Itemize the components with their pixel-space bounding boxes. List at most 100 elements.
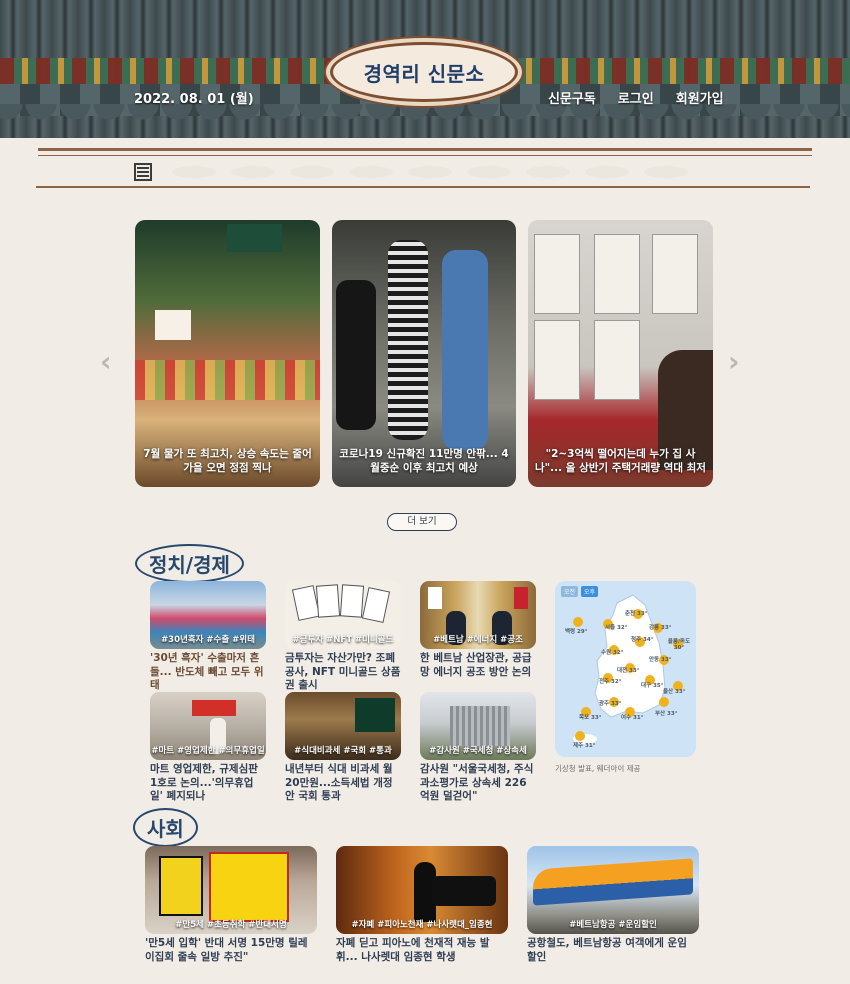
slider-prev-icon[interactable]: ‹: [100, 345, 112, 378]
city-temp: 안동 33°: [649, 657, 672, 663]
city-temp: 울산 33°: [663, 689, 686, 695]
news-headline: 마트 영업제한, 규제심판 1호로 논의...'의무휴업일' 폐지되나: [150, 763, 258, 802]
news-headline: 공항철도, 베트남항공 여객에게 운임 할인: [527, 937, 687, 963]
news-thumbnail: #자폐 #피아노천재 #나사렛대_임종현: [336, 846, 508, 934]
sun-icon: [573, 617, 583, 627]
city-temp: 부산 33°: [655, 711, 678, 717]
more-button[interactable]: 더 보기: [387, 513, 457, 531]
category-tab[interactable]: [408, 166, 452, 178]
listing-card: [534, 320, 580, 400]
news-card[interactable]: #베트남 #에너지 #공조 한 베트남 산업장관, 공급망 에너지 공조 방안 …: [420, 581, 536, 679]
city-temp: 수원 32°: [601, 650, 624, 656]
voucher-graphic: [315, 584, 341, 618]
sun-icon: [575, 731, 585, 741]
section-title-politics[interactable]: 정치/경제: [135, 544, 244, 583]
news-headline: '만5세 입학' 반대 서명 15만명 릴레이집회 줄속 일방 추진": [145, 937, 308, 963]
listing-card: [652, 234, 698, 314]
news-tags: #식대비과세 #국회 #통과: [294, 746, 392, 756]
news-thumbnail: #만5세 #초등취학 #반대서명: [145, 846, 317, 934]
news-tags: #베트남 #에너지 #공조: [433, 635, 523, 645]
news-thumbnail: #금투자 #NFT #미니골드: [285, 581, 401, 649]
price-card: [155, 310, 191, 340]
city-temp: 목포 33°: [579, 715, 602, 721]
site-logo[interactable]: 경역리 신문소: [330, 42, 518, 102]
news-card[interactable]: #마트 #영업제한 #의무휴업일 마트 영업제한, 규제심판 1호로 논의...…: [150, 692, 266, 804]
news-card[interactable]: #30년흑자 #수출 #위태 '30년 흑자' 수출마저 흔들... 반도체 빼…: [150, 581, 266, 693]
news-headline: 감사원 "서울국세청, 주식 과소평가로 상속세 226억원 덜걷어": [420, 763, 534, 802]
category-tab[interactable]: [290, 166, 334, 178]
divider-bottom: [36, 186, 810, 188]
protest-sign: [159, 856, 203, 916]
slide-caption: 코로나19 신규확진 11만명 안팎... 4월중순 이후 최고치 예상: [339, 448, 509, 474]
city-temp: 울릉/독도 30°: [667, 639, 691, 651]
weather-credit: 기상청 발표, 웨더아이 제공: [555, 764, 641, 773]
category-tab[interactable]: [526, 166, 570, 178]
category-tabs: [172, 166, 688, 178]
news-card[interactable]: #자폐 #피아노천재 #나사렛대_임종현 자폐 딛고 피아노에 천재적 재능 발…: [336, 846, 508, 964]
divider-top-thin: [38, 155, 812, 156]
city-temp: 대전 33°: [617, 668, 640, 674]
site-title: 경역리 신문소: [363, 61, 485, 86]
category-tab[interactable]: [231, 166, 275, 178]
news-thumbnail: #마트 #영업제한 #의무휴업일: [150, 692, 266, 760]
news-tags: #마트 #영업제한 #의무휴업일: [151, 746, 265, 756]
category-tab[interactable]: [467, 166, 511, 178]
news-card[interactable]: #만5세 #초등취학 #반대서명 '만5세 입학' 반대 서명 15만명 릴레이…: [145, 846, 317, 964]
category-tab[interactable]: [585, 166, 629, 178]
news-headline: 한 베트남 산업장관, 공급망 에너지 공조 방안 논의: [420, 652, 532, 678]
slide-caption: "2~3억씩 떨어지는데 누가 집 사나"... 올 상반기 주택거래량 역대 …: [535, 448, 706, 474]
hamburger-menu-icon[interactable]: [134, 163, 152, 181]
slide-caption: 7월 물가 또 최고치, 상승 속도는 줄어 가을 오면 정점 찍나: [143, 448, 312, 474]
news-tags: #감사원 #국세청 #상속세: [429, 746, 527, 756]
flag-graphic: [428, 587, 442, 609]
city-temp: 전주 32°: [599, 679, 622, 685]
slider-next-icon[interactable]: ›: [728, 345, 740, 378]
voucher-graphic: [339, 584, 365, 618]
city-temp: 제주 31°: [573, 743, 596, 749]
signup-link[interactable]: 회원가입: [676, 88, 724, 107]
news-headline: '30년 흑자' 수출마저 흔들... 반도체 빼고 모두 위태: [150, 652, 264, 691]
vote-board: [355, 698, 395, 732]
divider-top: [38, 148, 812, 151]
login-link[interactable]: 로그인: [618, 88, 654, 107]
store-sign: [227, 224, 282, 252]
news-tags: #30년흑자 #수출 #위태: [161, 635, 255, 645]
building-graphic: [450, 706, 510, 746]
news-headline: 내년부터 식대 비과세 월 20만원...소득세법 개정안 국회 통과: [285, 763, 393, 802]
sun-icon: [659, 697, 669, 707]
section-title-society[interactable]: 사회: [133, 808, 198, 847]
news-tags: #만5세 #초등취학 #반대서명: [175, 920, 287, 930]
city-temp: 대구 35°: [641, 683, 664, 689]
news-tags: #베트남항공 #운임할인: [569, 920, 657, 930]
city-temp: 춘천 33°: [625, 611, 648, 617]
news-thumbnail: #감사원 #국세청 #상속세: [420, 692, 536, 760]
news-thumbnail: #30년흑자 #수출 #위태: [150, 581, 266, 649]
category-tab[interactable]: [172, 166, 216, 178]
news-thumbnail: #베트남 #에너지 #공조: [420, 581, 536, 649]
news-headline: 금투자는 자산가만? 조폐공사, NFT 미니골드 상품권 출시: [285, 652, 401, 691]
category-tab[interactable]: [644, 166, 688, 178]
fruit-display: [135, 360, 320, 400]
slide-3[interactable]: "2~3억씩 떨어지는데 누가 집 사나"... 올 상반기 주택거래량 역대 …: [528, 220, 713, 487]
news-card[interactable]: #금투자 #NFT #미니골드 금투자는 자산가만? 조폐공사, NFT 미니골…: [285, 581, 401, 693]
weather-map[interactable]: 오전 오후 백령 29° 서울 32° 춘천 33° 강릉 33° 울릉/독도 …: [555, 581, 696, 757]
piano-graphic: [432, 876, 496, 906]
city-temp: 서울 32°: [605, 625, 628, 631]
city-temp: 여수 31°: [621, 715, 644, 721]
news-thumbnail: #식대비과세 #국회 #통과: [285, 692, 401, 760]
subscribe-link[interactable]: 신문구독: [548, 88, 596, 107]
slide-1[interactable]: 7월 물가 또 최고치, 상승 속도는 줄어 가을 오면 정점 찍나: [135, 220, 320, 487]
news-tags: #자폐 #피아노천재 #나사렛대_임종현: [351, 920, 493, 930]
news-tags: #금투자 #NFT #미니골드: [292, 635, 394, 645]
current-date: 2022. 08. 01 (월): [134, 92, 254, 107]
news-thumbnail: #베트남항공 #운임할인: [527, 846, 699, 934]
news-card[interactable]: #감사원 #국세청 #상속세 감사원 "서울국세청, 주식 과소평가로 상속세 …: [420, 692, 536, 804]
listing-card: [534, 234, 580, 314]
category-tab[interactable]: [349, 166, 393, 178]
listing-card: [594, 234, 640, 314]
news-card[interactable]: #식대비과세 #국회 #통과 내년부터 식대 비과세 월 20만원...소득세법…: [285, 692, 401, 804]
slide-2[interactable]: 코로나19 신규확진 11만명 안팎... 4월중순 이후 최고치 예상: [332, 220, 516, 487]
voucher-graphic: [361, 587, 391, 623]
listing-card: [594, 320, 640, 400]
news-card[interactable]: #베트남항공 #운임할인 공항철도, 베트남항공 여객에게 운임 할인: [527, 846, 699, 964]
